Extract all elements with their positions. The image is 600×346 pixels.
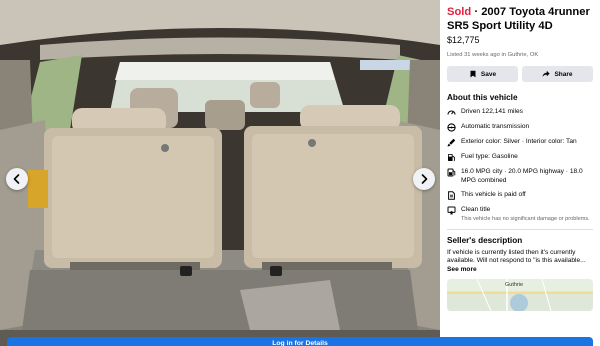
detail-text-group: Clean title This vehicle has no signific… [461, 206, 590, 223]
save-button[interactable]: Save [447, 66, 518, 82]
detail-text: 16.0 MPG city · 20.0 MPG highway · 18.0 … [461, 168, 583, 184]
steering-wheel-icon [447, 123, 456, 132]
detail-text: Clean title [461, 206, 491, 213]
chevron-right-icon [421, 174, 428, 184]
detail-transmission: Automatic transmission [447, 123, 593, 132]
detail-mpg: 16.0 MPG city · 20.0 MPG highway · 18.0 … [447, 168, 593, 185]
photo-viewer [0, 0, 440, 346]
detail-text: Automatic transmission [461, 123, 530, 130]
detail-text: Driven 122,141 miles [461, 108, 523, 115]
certificate-icon [447, 206, 456, 215]
share-label: Share [554, 70, 573, 78]
login-for-details-button[interactable]: Log in for Details [7, 337, 593, 346]
map-city-label: Guthrie [505, 282, 524, 288]
share-arrow-icon [542, 70, 551, 77]
paint-brush-icon [447, 138, 456, 147]
seller-description-text: If vehicle is currently listed then it's… [447, 248, 586, 265]
listing-price: $12,775 [447, 35, 480, 45]
title-separator: · [471, 6, 482, 18]
listing-title: Sold · 2007 Toyota 4runner SR5 Sport Uti… [447, 5, 593, 33]
seller-description-heading: Seller's description [447, 235, 523, 245]
next-photo-button[interactable] [413, 168, 435, 190]
vehicle-cargo-photo [0, 0, 440, 346]
save-label: Save [480, 70, 497, 78]
detail-text: Fuel type: Gasoline [461, 153, 518, 160]
detail-text: This vehicle is paid off [461, 191, 526, 198]
previous-photo-button[interactable] [6, 168, 28, 190]
document-icon [447, 191, 456, 200]
speedometer-icon [447, 108, 456, 117]
detail-paid-off: This vehicle is paid off [447, 191, 593, 200]
detail-fuel-type: Fuel type: Gasoline [447, 153, 593, 162]
detail-color: Exterior color: Silver · Interior color:… [447, 138, 593, 147]
action-bar: Save Share [447, 66, 593, 82]
about-heading: About this vehicle [447, 93, 518, 102]
bookmark-icon [470, 70, 476, 78]
marketplace-listing-page: Sold · 2007 Toyota 4runner SR5 Sport Uti… [0, 0, 600, 346]
detail-title-status: Clean title This vehicle has no signific… [447, 206, 593, 223]
detail-subtext: This vehicle has no significant damage o… [461, 215, 590, 222]
see-more-link[interactable]: See more [447, 266, 593, 275]
chevron-left-icon [13, 174, 20, 184]
detail-text: Exterior color: Silver · Interior color:… [461, 138, 577, 145]
fuel-pump-icon [447, 153, 456, 162]
share-button[interactable]: Share [522, 66, 593, 82]
section-divider [447, 228, 593, 230]
sold-badge: Sold [447, 6, 472, 18]
listing-details-panel: Sold · 2007 Toyota 4runner SR5 Sport Uti… [440, 0, 600, 346]
seller-description: If vehicle is currently listed then it's… [447, 249, 593, 275]
fuel-gauge-icon [447, 168, 456, 177]
location-map[interactable]: Guthrie [447, 279, 593, 311]
detail-mileage: Driven 122,141 miles [447, 108, 593, 117]
listing-meta: Listed 31 weeks ago in Guthrie, OK [447, 52, 539, 58]
